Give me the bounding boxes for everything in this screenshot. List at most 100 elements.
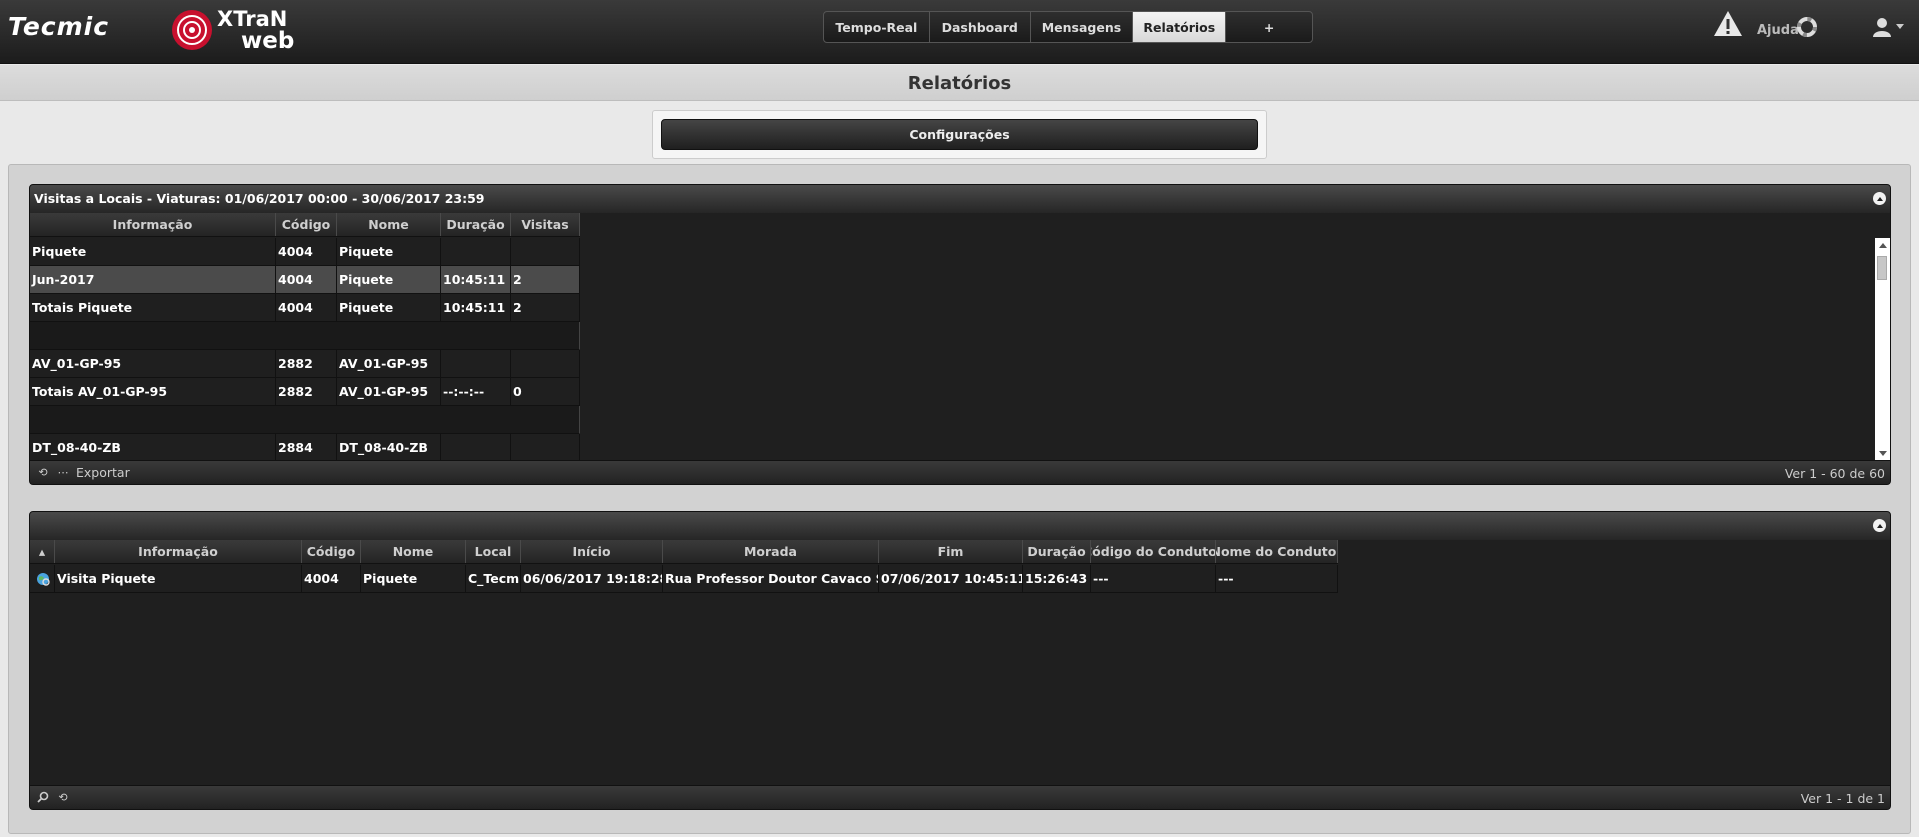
lifebuoy-icon[interactable] xyxy=(1797,17,1817,37)
cell-nome: Piquete xyxy=(337,294,441,321)
cell-informacao: AV_01-GP-95 xyxy=(30,350,276,377)
tab-relatorios[interactable]: Relatórios xyxy=(1133,12,1227,42)
cell-duracao xyxy=(441,238,511,265)
table-row[interactable]: Jun-2017 4004 Piquete 10:45:11 2 xyxy=(30,266,580,294)
cell-nome: Piquete xyxy=(361,565,466,592)
tab-tempo-real[interactable]: Tempo-Real xyxy=(824,12,930,42)
col-codigo-condutor[interactable]: Código do Condutor xyxy=(1091,540,1216,563)
cell-codigo: 4004 xyxy=(276,266,337,293)
cell-duracao xyxy=(441,350,511,377)
col-nome-condutor[interactable]: Nome do Condutor xyxy=(1216,540,1338,563)
table-row[interactable]: Visita Piquete 4004 Piquete C_Tecmic 06/… xyxy=(30,565,1338,593)
collapse-icon[interactable] xyxy=(1873,519,1886,532)
table-header: Informação Código Nome Duração Visitas xyxy=(30,213,580,237)
export-button[interactable]: Exportar xyxy=(76,465,130,480)
cell-nome: Piquete xyxy=(337,266,441,293)
table-row[interactable]: Totais AV_01-GP-95 2882 AV_01-GP-95 --:-… xyxy=(30,378,580,406)
col-informacao[interactable]: Informação xyxy=(55,540,302,563)
cell-visitas xyxy=(511,238,580,265)
cell-informacao: Totais Piquete xyxy=(30,294,276,321)
configuracoes-button[interactable]: Configurações xyxy=(661,119,1258,150)
cell-codigo: 4004 xyxy=(302,565,361,592)
cell-informacao: Totais AV_01-GP-95 xyxy=(30,378,276,405)
col-local[interactable]: Local xyxy=(466,540,521,563)
panel-footer: ⟲ Ver 1 - 1 de 1 xyxy=(30,785,1890,809)
table-row-spacer xyxy=(30,322,580,350)
visits-detail-panel: ▴ Informação Código Nome Local Início Mo… xyxy=(29,511,1891,810)
cell-duracao: 10:45:11 xyxy=(441,266,511,293)
refresh-icon[interactable]: ⟲ xyxy=(36,466,50,480)
summary-table-body: Piquete 4004 Piquete Jun-2017 4004 Pique… xyxy=(30,238,580,461)
vertical-scrollbar[interactable] xyxy=(1875,238,1890,461)
scroll-thumb[interactable] xyxy=(1877,256,1887,280)
col-inicio[interactable]: Início xyxy=(521,540,663,563)
cell-local: C_Tecmic xyxy=(466,565,521,592)
table-row[interactable]: DT_08-40-ZB 2884 DT_08-40-ZB xyxy=(30,434,580,461)
pager-info: Ver 1 - 1 de 1 xyxy=(1800,791,1885,806)
tab-add[interactable]: + xyxy=(1226,12,1312,42)
table-row[interactable]: Totais Piquete 4004 Piquete 10:45:11 2 xyxy=(30,294,580,322)
globe-icon xyxy=(30,565,55,592)
cell-inicio: 06/06/2017 19:18:28 xyxy=(521,565,663,592)
table-header: ▴ Informação Código Nome Local Início Mo… xyxy=(30,540,1338,564)
table-row[interactable]: AV_01-GP-95 2882 AV_01-GP-95 xyxy=(30,350,580,378)
collapse-icon[interactable] xyxy=(1873,192,1886,205)
cell-codigo: 4004 xyxy=(276,294,337,321)
col-morada[interactable]: Morada xyxy=(663,540,879,563)
xtranweb-logo-icon xyxy=(172,10,212,50)
col-nome[interactable]: Nome xyxy=(361,540,466,563)
cell-visitas: 0 xyxy=(511,378,580,405)
config-container: Configurações xyxy=(652,110,1267,159)
cell-codigo-condutor: --- xyxy=(1091,565,1216,592)
cell-visitas xyxy=(511,434,580,461)
user-icon[interactable] xyxy=(1872,17,1892,37)
xtranweb-logo: XTraN web xyxy=(217,8,295,54)
cell-informacao: Piquete xyxy=(30,238,276,265)
cell-nome: DT_08-40-ZB xyxy=(337,434,441,461)
warning-icon[interactable] xyxy=(1713,10,1743,38)
page-title: Relatórios xyxy=(907,73,1012,94)
table-row-spacer xyxy=(30,406,580,434)
cell-fim: 07/06/2017 10:45:11 xyxy=(879,565,1023,592)
cell-codigo: 2882 xyxy=(276,350,337,377)
export-icon[interactable]: ⋯ xyxy=(56,466,70,480)
col-codigo[interactable]: Código xyxy=(276,213,337,236)
brand-web: web xyxy=(241,28,295,54)
cell-morada: Rua Professor Doutor Cavaco Silva xyxy=(663,565,879,592)
cell-duracao: 15:26:43 xyxy=(1023,565,1091,592)
col-informacao[interactable]: Informação xyxy=(30,213,276,236)
cell-informacao: Jun-2017 xyxy=(30,266,276,293)
sort-icon[interactable]: ▴ xyxy=(30,540,55,563)
col-fim[interactable]: Fim xyxy=(879,540,1023,563)
table-row[interactable]: Piquete 4004 Piquete xyxy=(30,238,580,266)
cell-visitas xyxy=(511,350,580,377)
col-duracao[interactable]: Duração xyxy=(441,213,511,236)
tab-mensagens[interactable]: Mensagens xyxy=(1031,12,1134,42)
cell-informacao: DT_08-40-ZB xyxy=(30,434,276,461)
scroll-down-icon[interactable] xyxy=(1879,451,1887,456)
cell-nome: Piquete xyxy=(337,238,441,265)
tab-dashboard[interactable]: Dashboard xyxy=(930,12,1031,42)
refresh-icon[interactable]: ⟲ xyxy=(56,790,70,804)
panel-title: Visitas a Locais - Viaturas: 01/06/2017 … xyxy=(30,185,1890,213)
panel-footer: ⟲ ⋯ Exportar Ver 1 - 60 de 60 xyxy=(30,460,1890,484)
col-nome[interactable]: Nome xyxy=(337,213,441,236)
col-visitas[interactable]: Visitas xyxy=(511,213,580,236)
tecmic-logo: Tecmic xyxy=(8,12,110,41)
cell-codigo: 2882 xyxy=(276,378,337,405)
col-duracao[interactable]: Duração xyxy=(1023,540,1091,563)
cell-informacao: Visita Piquete xyxy=(55,565,302,592)
col-codigo[interactable]: Código xyxy=(302,540,361,563)
panel-header xyxy=(30,512,1890,540)
scroll-up-icon[interactable] xyxy=(1879,243,1887,248)
visits-summary-panel: Visitas a Locais - Viaturas: 01/06/2017 … xyxy=(29,184,1891,485)
chevron-down-icon[interactable] xyxy=(1896,24,1904,29)
detail-table-body: Visita Piquete 4004 Piquete C_Tecmic 06/… xyxy=(30,565,1338,595)
cell-duracao xyxy=(441,434,511,461)
cell-nome: AV_01-GP-95 xyxy=(337,378,441,405)
cell-nome: AV_01-GP-95 xyxy=(337,350,441,377)
cell-visitas: 2 xyxy=(511,294,580,321)
help-link[interactable]: Ajuda xyxy=(1757,23,1799,38)
search-icon[interactable] xyxy=(36,790,50,804)
page-title-bar: Relatórios xyxy=(0,65,1919,101)
